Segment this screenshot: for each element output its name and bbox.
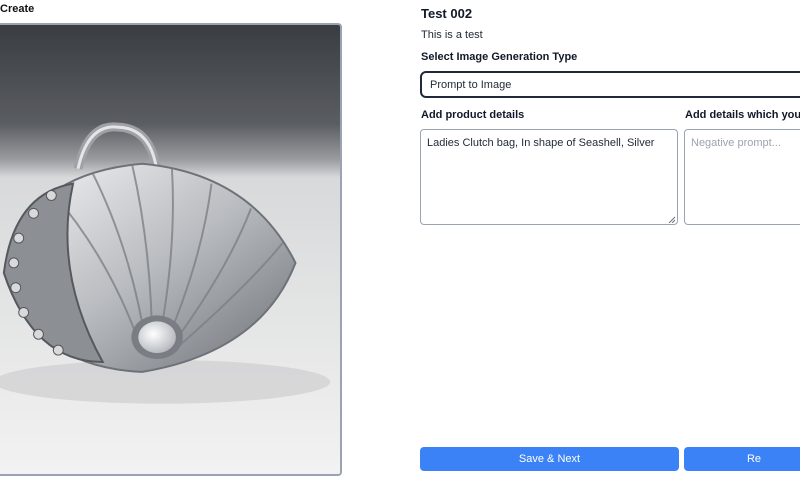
generation-type-label: Select Image Generation Type	[421, 51, 578, 63]
seashell-clutch-image	[0, 25, 340, 474]
save-next-button[interactable]: Save & Next	[420, 447, 679, 471]
generation-type-select[interactable]: Prompt to Image	[420, 71, 800, 98]
page-section-label: Create	[0, 3, 35, 15]
secondary-action-button[interactable]: Re	[684, 447, 800, 471]
project-description: This is a test	[421, 29, 483, 41]
product-details-label: Add product details	[421, 109, 525, 121]
generated-image	[0, 23, 342, 476]
negative-prompt-input[interactable]	[684, 129, 800, 225]
product-details-input[interactable]: Ladies Clutch bag, In shape of Seashell,…	[420, 129, 678, 225]
project-title: Test 002	[421, 6, 473, 21]
resize-grip-icon[interactable]	[668, 216, 675, 223]
negative-details-label: Add details which you do	[685, 109, 800, 121]
